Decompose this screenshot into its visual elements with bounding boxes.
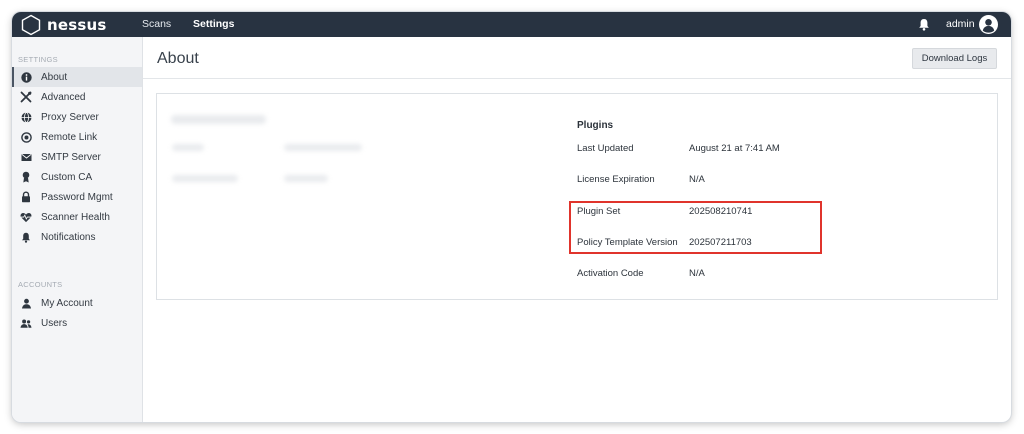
highlight-annotation-box bbox=[569, 201, 822, 254]
plugins-row-value: N/A bbox=[689, 268, 705, 279]
plugins-section-title: Plugins bbox=[577, 120, 614, 131]
sidebar-item-label: Proxy Server bbox=[41, 111, 99, 123]
settings-sidebar: SETTINGS About Advanced Proxy Server Rem… bbox=[12, 37, 143, 422]
sidebar-item-my-account[interactable]: My Account bbox=[12, 293, 142, 313]
sidebar-item-label: Users bbox=[41, 317, 68, 329]
remote-link-icon bbox=[20, 131, 32, 143]
redacted-heading bbox=[171, 115, 266, 124]
header-divider bbox=[143, 78, 1011, 79]
sidebar-item-label: Notifications bbox=[41, 231, 96, 243]
nav-settings[interactable]: Settings bbox=[193, 12, 234, 37]
plugins-row-value: N/A bbox=[689, 174, 705, 185]
info-icon bbox=[20, 71, 32, 83]
plugins-row-label: License Expiration bbox=[577, 174, 655, 185]
sidebar-item-label: About bbox=[41, 71, 68, 83]
page-title: About bbox=[157, 50, 199, 67]
sidebar-item-label: Password Mgmt bbox=[41, 191, 113, 203]
logo-text: nessus bbox=[47, 15, 107, 34]
sidebar-item-remote-link[interactable]: Remote Link bbox=[12, 127, 142, 147]
sidebar-item-label: SMTP Server bbox=[41, 151, 101, 163]
users-icon bbox=[20, 317, 32, 329]
lock-icon bbox=[20, 191, 32, 203]
notifications-bell-icon[interactable] bbox=[918, 18, 930, 31]
sidebar-item-smtp-server[interactable]: SMTP Server bbox=[12, 147, 142, 167]
top-navigation-bar: nessus Scans Settings admin bbox=[12, 12, 1011, 37]
sidebar-item-password-mgmt[interactable]: Password Mgmt bbox=[12, 187, 142, 207]
sidebar-heading-settings: SETTINGS bbox=[18, 55, 58, 64]
sidebar-item-label: Scanner Health bbox=[41, 211, 110, 223]
plugins-row-value: August 21 at 7:41 AM bbox=[689, 143, 780, 154]
sidebar-item-label: Remote Link bbox=[41, 131, 98, 143]
sidebar-item-label: Advanced bbox=[41, 91, 86, 103]
download-logs-button[interactable]: Download Logs bbox=[912, 48, 997, 69]
nessus-logo[interactable]: nessus bbox=[20, 13, 107, 36]
plugins-row-label: Last Updated bbox=[577, 143, 634, 154]
redacted-label bbox=[172, 175, 238, 182]
globe-icon bbox=[20, 111, 32, 123]
sidebar-item-proxy-server[interactable]: Proxy Server bbox=[12, 107, 142, 127]
nav-scans[interactable]: Scans bbox=[142, 12, 171, 37]
heart-pulse-icon bbox=[20, 211, 32, 223]
sidebar-item-label: My Account bbox=[41, 297, 93, 309]
sidebar-heading-accounts: ACCOUNTS bbox=[18, 280, 63, 289]
user-icon bbox=[20, 297, 32, 309]
sidebar-item-custom-ca[interactable]: Custom CA bbox=[12, 167, 142, 187]
sidebar-item-advanced[interactable]: Advanced bbox=[12, 87, 142, 107]
sidebar-item-notifications[interactable]: Notifications bbox=[12, 227, 142, 247]
nessus-hexagon-icon bbox=[21, 14, 41, 35]
sidebar-item-about[interactable]: About bbox=[12, 67, 142, 87]
tools-icon bbox=[20, 91, 32, 103]
user-menu-name[interactable]: admin bbox=[946, 12, 975, 37]
plugins-row-label: Activation Code bbox=[577, 268, 644, 279]
certificate-icon bbox=[20, 171, 32, 183]
bell-icon bbox=[20, 231, 32, 243]
redacted-label bbox=[172, 144, 204, 151]
redacted-value bbox=[284, 144, 362, 151]
sidebar-item-label: Custom CA bbox=[41, 171, 93, 183]
envelope-icon bbox=[20, 151, 32, 163]
app-window: nessus Scans Settings admin SETTINGS Abo… bbox=[12, 12, 1011, 422]
user-avatar-icon[interactable] bbox=[979, 15, 998, 34]
sidebar-item-scanner-health[interactable]: Scanner Health bbox=[12, 207, 142, 227]
sidebar-item-users[interactable]: Users bbox=[12, 313, 142, 333]
redacted-value bbox=[284, 175, 328, 182]
